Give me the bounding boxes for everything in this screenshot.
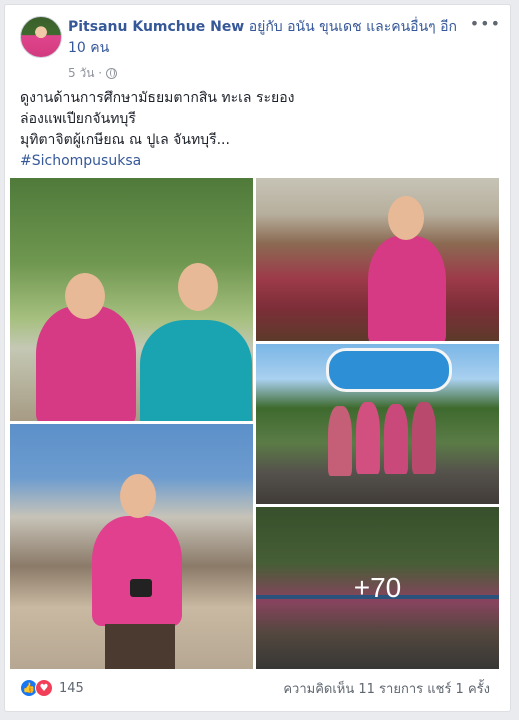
person (356, 402, 380, 474)
person-pink (36, 306, 136, 421)
photo-1[interactable] (10, 178, 253, 421)
comments-shares[interactable]: ความคิดเห็น 11 รายการ แชร์ 1 ครั้ง (283, 678, 490, 699)
photo-4[interactable] (10, 424, 253, 669)
person (412, 402, 436, 474)
person-head (120, 474, 156, 518)
post-line-3: มุทิตาจิตผู้เกษียณ ณ ปูเล จันทบุรี... (20, 132, 230, 148)
heart-icon[interactable]: ♥ (35, 679, 53, 697)
hashtag-link[interactable]: #Sichompusuksa (20, 151, 490, 172)
author-name[interactable]: Pitsanu Kumchue New (68, 19, 244, 35)
person-head (65, 273, 105, 319)
post-header: Pitsanu Kumchue New อยู่กับ อนัน ขุนเดช … (68, 17, 458, 59)
camera-icon (130, 579, 152, 597)
reactions-count[interactable]: 145 (59, 681, 84, 696)
sign-board (326, 348, 452, 392)
globe-icon (106, 68, 118, 79)
post-time[interactable]: 5 วัน · (68, 64, 102, 83)
person-head (178, 263, 218, 311)
person (328, 406, 352, 476)
post-text: ดูงานด้านการศึกษามัธยมตากสิน ทะเล ระยอง … (20, 88, 490, 172)
person-teal (140, 320, 252, 421)
photo-2[interactable] (256, 178, 499, 341)
person (384, 404, 408, 474)
pants (105, 624, 175, 669)
author-avatar[interactable] (20, 16, 62, 58)
person-head (388, 196, 424, 240)
person-pink (368, 236, 446, 341)
more-photos-overlay[interactable]: +70 (256, 507, 499, 669)
post-line-1: ดูงานด้านการศึกษามัธยมตากสิน ทะเล ระยอง (20, 90, 295, 106)
person-pink (92, 516, 182, 626)
photo-3[interactable] (256, 344, 499, 504)
more-options-button[interactable]: ••• (470, 14, 501, 33)
post-footer: 👍 ♥ 145 ความคิดเห็น 11 รายการ แชร์ 1 ครั… (20, 676, 490, 700)
post-line-2: ล่องแพเปียกจันทบุรี (20, 111, 136, 127)
post-meta: 5 วัน · (68, 64, 118, 83)
